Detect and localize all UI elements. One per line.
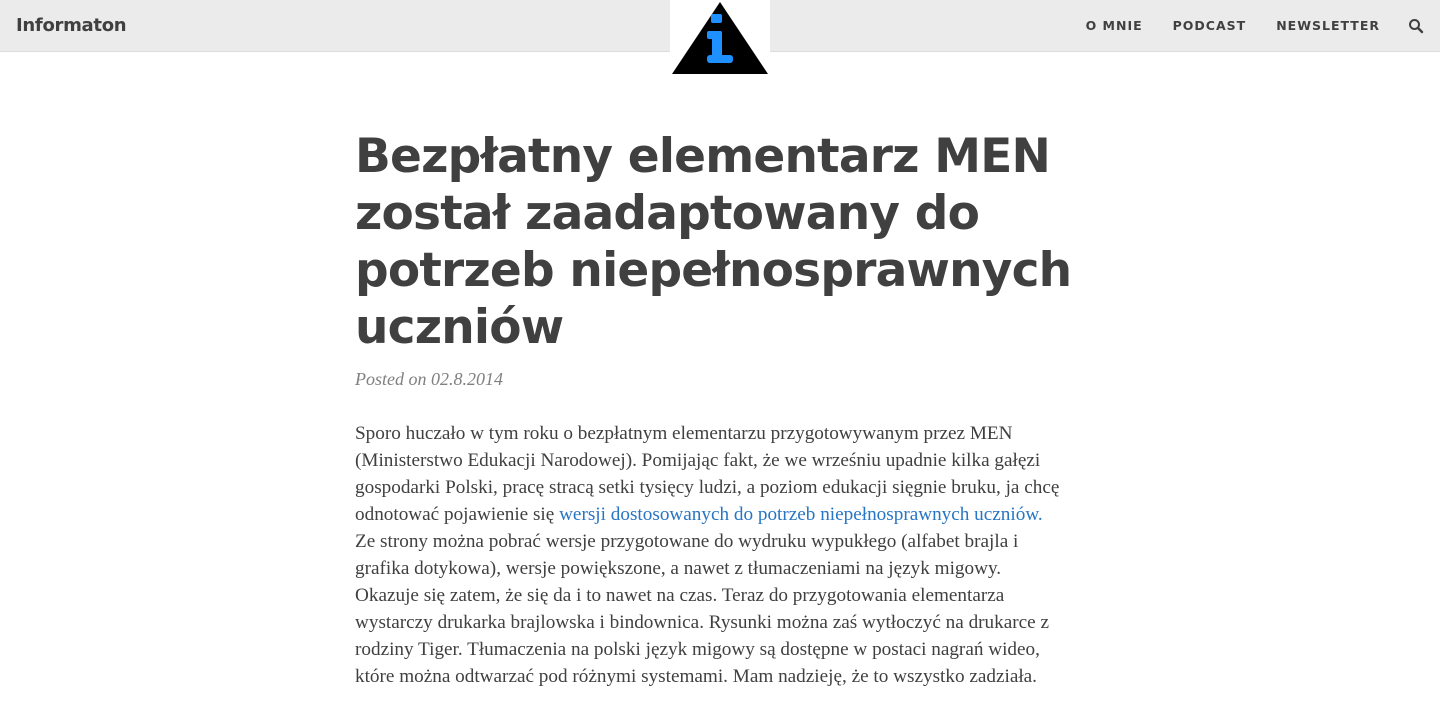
post-meta: Posted on 02.8.2014 bbox=[355, 369, 1085, 390]
posted-prefix: Posted on bbox=[355, 369, 427, 389]
info-triangle-logo bbox=[672, 2, 768, 74]
post-date: 02.8.2014 bbox=[431, 369, 503, 389]
search-icon[interactable] bbox=[1408, 18, 1424, 34]
nav-item-newsletter[interactable]: Newsletter bbox=[1276, 18, 1380, 33]
site-logo[interactable] bbox=[670, 0, 770, 76]
nav-item-podcast[interactable]: Podcast bbox=[1173, 18, 1247, 33]
body-text-after-link: Ze strony można pobrać wersje przygotowa… bbox=[355, 531, 1050, 687]
post-title: Bezpłatny elementarz MEN został zaadapto… bbox=[355, 129, 1072, 355]
nav-item-o-mnie[interactable]: O mnie bbox=[1086, 18, 1143, 33]
accessible-versions-link[interactable]: wersji dostosowanych do potrzeb niepełno… bbox=[559, 504, 1043, 525]
site-brand-link[interactable]: Informaton bbox=[16, 15, 127, 36]
article: Bezpłatny elementarz MEN został zaadapto… bbox=[355, 128, 1085, 709]
post-body: Sporo huczało w tym roku o bezpłatnym el… bbox=[355, 420, 1067, 690]
nav-menu: O mnie Podcast Newsletter bbox=[1086, 18, 1380, 33]
